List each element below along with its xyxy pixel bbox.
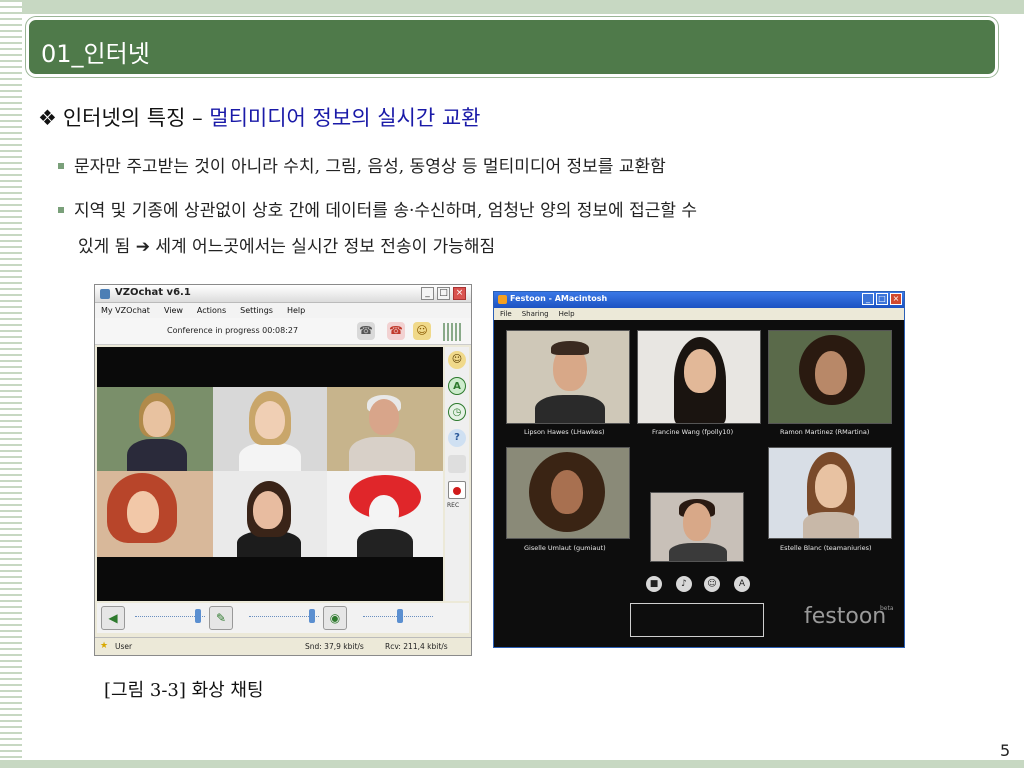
video-participant [97,387,213,471]
menu-help[interactable]: Help [559,310,575,318]
signal-strength-icon [443,323,461,341]
vzochat-statusbar: ★ User Snd: 37,9 kbit/s Rcv: 211,4 kbit/… [95,637,471,655]
speaker-icon[interactable]: ◀ [101,606,125,630]
participant-name: Francine Wang (fpolly10) [652,428,734,436]
video-participant [213,471,327,557]
maximize-icon[interactable]: □ [437,287,450,300]
diamond-bullet-icon: ❖ [38,106,57,130]
bottom-decor-band [0,760,1024,768]
participant-video-tile [768,330,892,424]
participant-video-tile [506,447,630,539]
users-icon[interactable]: ☺ [448,351,466,369]
close-icon[interactable]: × [890,293,902,305]
sub-bullet-text: 있게 됨 ➔ 세계 어느곳에서는 실시간 정보 전송이 가능해짐 [78,237,496,257]
a-icon[interactable]: A [448,377,466,395]
sub-bullet-text: 지역 및 기종에 상관없이 상호 간에 데이터를 송·수신하며, 엄청난 양의 … [74,201,698,221]
phone-icon[interactable]: ☎ [357,322,375,340]
clock-icon[interactable]: ◷ [448,403,466,421]
sub-bullet-2: 지역 및 기종에 상관없이 상호 간에 데이터를 송·수신하며, 엄청난 양의 … [58,196,697,221]
sub-bullet-2-continued: 있게 됨 ➔ 세계 어느곳에서는 실시간 정보 전송이 가능해짐 [78,232,495,257]
volume-controls: ◀ ✎ ◉ [97,603,469,633]
rec-label: REC [447,502,460,509]
menu-help[interactable]: Help [287,306,305,315]
receive-rate: Rcv: 211,4 kbit/s [385,642,448,651]
participant-name: Ramon Martinez (RMartina) [780,428,870,436]
menu-file[interactable]: File [500,310,512,318]
close-icon[interactable]: × [453,287,466,300]
blank-icon[interactable] [448,455,466,473]
vzochat-menubar: My VZOchat View Actions Settings Help [95,303,471,318]
participant-video-tile [506,330,630,424]
vzochat-title: VZOchat v6.1 [115,287,191,298]
vzochat-side-toolbar: ☺ A ◷ ? REC [445,347,469,601]
slide-title: 01_인터넷 [41,40,150,68]
participant-video-tile [768,447,892,539]
slider-knob[interactable] [309,609,315,623]
festoon-logo: festoon [804,604,887,629]
festoon-title: Festoon - AMacintosh [510,294,608,303]
users-icon[interactable]: ☺ [704,576,720,592]
conference-status-bar: Conference in progress 00:08:27 ☎ ☎ ☺ [95,318,471,345]
menu-my-vzochat[interactable]: My VZOchat [101,306,150,315]
main-bullet-highlight: 멀티미디어 정보의 실시간 교환 [209,106,481,130]
main-bullet: ❖ 인터넷의 특징 – 멀티미디어 정보의 실시간 교환 [38,102,480,132]
video-participant [213,387,327,471]
page-number: 5 [1000,741,1011,760]
app-icon [100,289,110,299]
help-icon[interactable]: ? [448,429,466,447]
video-grid [97,387,443,557]
slide-title-bar: 01_인터넷 [26,17,998,77]
microphone-icon[interactable]: ✎ [209,606,233,630]
menu-settings[interactable]: Settings [240,306,273,315]
user-label: User [115,642,133,651]
conference-status: Conference in progress 00:08:27 [167,326,299,335]
video-participant [97,471,213,557]
video-participant [327,387,443,471]
a-icon[interactable]: A [734,576,750,592]
camera-icon[interactable]: ◉ [323,606,347,630]
participant-name: Estelle Blanc (teamaniuries) [780,544,872,552]
self-video-tile [650,492,744,562]
participant-name: Giselle Umlaut (gumiaut) [524,544,606,552]
video-conference-area [97,347,443,601]
chat-input-box[interactable] [630,603,764,637]
users-icon[interactable]: ☺ [413,322,431,340]
minimize-icon[interactable]: _ [862,293,874,305]
video-participant [327,471,443,557]
square-bullet-icon [58,162,64,169]
festoon-window: Festoon - AMacintosh _ □ × File Sharing … [493,291,905,648]
maximize-icon[interactable]: □ [876,293,888,305]
sub-bullet-text: 문자만 주고받는 것이 아니라 수치, 그림, 음성, 동영상 등 멀티미디어 … [74,157,666,177]
menu-actions[interactable]: Actions [197,306,226,315]
vzochat-window: VZOchat v6.1 _ □ × My VZOchat View Actio… [94,284,472,656]
figure-caption: [그림 3-3] 화상 채팅 [104,680,264,701]
send-rate: Snd: 37,9 kbit/s [305,642,364,651]
slider-knob[interactable] [397,609,403,623]
vzochat-titlebar: VZOchat v6.1 _ □ × [95,285,471,303]
app-icon [498,295,507,304]
square-bullet-icon [58,206,64,213]
festoon-menubar: File Sharing Help [494,308,904,320]
top-decor-band [0,0,1024,14]
participant-name: Lipson Hawes (LHawkes) [524,428,605,436]
sub-bullet-1: 문자만 주고받는 것이 아니라 수치, 그림, 음성, 동영상 등 멀티미디어 … [58,152,666,177]
hangup-icon[interactable]: ☎ [387,322,405,340]
participant-video-tile [637,330,761,424]
star-icon: ★ [100,641,109,651]
rec-icon[interactable] [448,481,466,499]
festoon-beta-tag: beta [880,605,894,612]
menu-sharing[interactable]: Sharing [522,310,549,318]
video-toggle-icon[interactable]: ■ [646,576,662,592]
slider-knob[interactable] [195,609,201,623]
left-decor-stripes [0,0,22,768]
main-bullet-prefix: 인터넷의 특징 – [62,106,210,130]
menu-view[interactable]: View [164,306,183,315]
festoon-titlebar: Festoon - AMacintosh _ □ × [494,292,904,308]
microphone-icon[interactable]: ♪ [676,576,692,592]
minimize-icon[interactable]: _ [421,287,434,300]
